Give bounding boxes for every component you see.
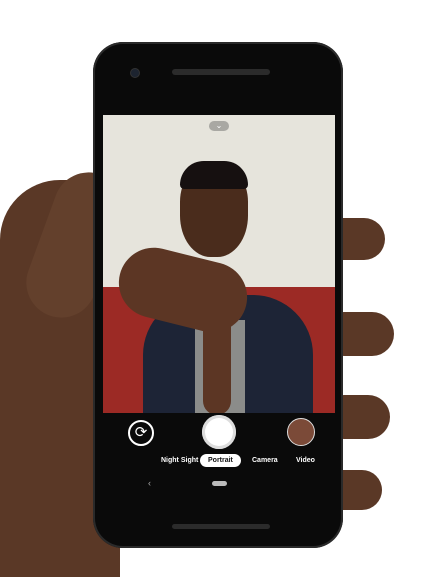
chevron-down-icon[interactable]: ⌄ — [209, 121, 229, 131]
camera-switch-icon[interactable]: ⟳ — [128, 420, 154, 446]
viewfinder[interactable]: ⌄ — [103, 115, 335, 413]
person-hair — [180, 161, 248, 189]
gallery-thumbnail[interactable] — [287, 418, 315, 446]
mode-night-sight[interactable]: Night Sight — [161, 457, 198, 464]
mode-camera[interactable]: Camera — [252, 457, 278, 464]
person-finger — [203, 305, 231, 413]
mode-video[interactable]: Video — [296, 457, 315, 464]
mode-portrait[interactable]: Portrait — [200, 454, 241, 467]
back-icon[interactable]: ‹ — [148, 478, 151, 488]
front-camera — [131, 69, 139, 77]
home-pill[interactable] — [212, 481, 227, 486]
shutter-button[interactable] — [202, 415, 236, 449]
earpiece — [172, 69, 270, 75]
bottom-speaker — [172, 524, 270, 529]
